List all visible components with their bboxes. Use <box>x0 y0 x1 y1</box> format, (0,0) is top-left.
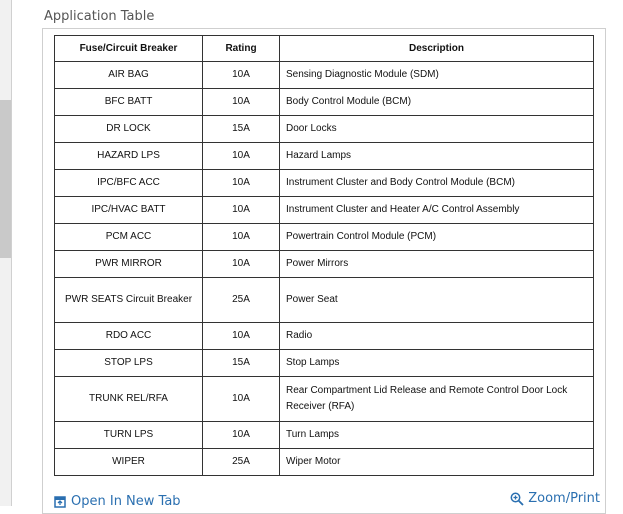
table-row: PCM ACC 10A Powertrain Control Module (P… <box>54 223 594 251</box>
rating-cell: 10A <box>202 250 280 278</box>
rating-cell: 15A <box>202 349 280 377</box>
fuse-cell: WIPER <box>54 448 203 476</box>
table-row: PWR SEATS Circuit Breaker 25A Power Seat <box>54 277 594 323</box>
rating-cell: 25A <box>202 277 280 323</box>
rating-cell: 10A <box>202 223 280 251</box>
description-cell: Stop Lamps <box>279 349 594 377</box>
description-cell: Instrument Cluster and Body Control Modu… <box>279 169 594 197</box>
table-row: TURN LPS 10A Turn Lamps <box>54 421 594 449</box>
fuse-cell: TURN LPS <box>54 421 203 449</box>
rating-cell: 10A <box>202 142 280 170</box>
fuse-cell: BFC BATT <box>54 88 203 116</box>
description-cell: Door Locks <box>279 115 594 143</box>
table-row: WIPER 25A Wiper Motor <box>54 448 594 476</box>
fuse-cell: PWR MIRROR <box>54 250 203 278</box>
description-cell: Radio <box>279 322 594 350</box>
description-cell: Power Seat <box>279 277 594 323</box>
fuse-cell: STOP LPS <box>54 349 203 377</box>
description-cell: Powertrain Control Module (PCM) <box>279 223 594 251</box>
rating-cell: 10A <box>202 88 280 116</box>
scrollbar-thumb[interactable] <box>0 100 11 258</box>
zoom-icon <box>510 492 524 506</box>
application-table: Fuse/Circuit Breaker Rating Description … <box>54 35 594 476</box>
table-row: TRUNK REL/RFA 10A Rear Compartment Lid R… <box>54 376 594 422</box>
table-row: IPC/HVAC BATT 10A Instrument Cluster and… <box>54 196 594 224</box>
section-title: Application Table <box>44 9 155 24</box>
description-cell: Rear Compartment Lid Release and Remote … <box>279 376 594 422</box>
rating-cell: 10A <box>202 322 280 350</box>
rating-cell: 10A <box>202 196 280 224</box>
description-cell: Wiper Motor <box>279 448 594 476</box>
table-row: AIR BAG 10A Sensing Diagnostic Module (S… <box>54 61 594 89</box>
rating-cell: 10A <box>202 376 280 422</box>
table-row: STOP LPS 15A Stop Lamps <box>54 349 594 377</box>
fuse-cell: RDO ACC <box>54 322 203 350</box>
left-scrollbar[interactable] <box>0 0 12 506</box>
table-row: IPC/BFC ACC 10A Instrument Cluster and B… <box>54 169 594 197</box>
rating-cell: 10A <box>202 61 280 89</box>
zoom-print-link[interactable]: Zoom/Print <box>510 491 600 506</box>
fuse-cell: AIR BAG <box>54 61 203 89</box>
rating-cell: 10A <box>202 421 280 449</box>
zoom-print-label: Zoom/Print <box>528 491 600 506</box>
table-row: BFC BATT 10A Body Control Module (BCM) <box>54 88 594 116</box>
header-description: Description <box>279 35 594 62</box>
fuse-cell: IPC/HVAC BATT <box>54 196 203 224</box>
fuse-cell: HAZARD LPS <box>54 142 203 170</box>
fuse-cell: DR LOCK <box>54 115 203 143</box>
rating-cell: 15A <box>202 115 280 143</box>
description-cell: Power Mirrors <box>279 250 594 278</box>
description-cell: Instrument Cluster and Heater A/C Contro… <box>279 196 594 224</box>
open-in-new-tab-label: Open In New Tab <box>71 494 181 509</box>
fuse-cell: PCM ACC <box>54 223 203 251</box>
fuse-cell: PWR SEATS Circuit Breaker <box>54 277 203 323</box>
description-cell: Hazard Lamps <box>279 142 594 170</box>
fuse-cell: IPC/BFC ACC <box>54 169 203 197</box>
table-row: PWR MIRROR 10A Power Mirrors <box>54 250 594 278</box>
description-cell: Body Control Module (BCM) <box>279 88 594 116</box>
fuse-cell: TRUNK REL/RFA <box>54 376 203 422</box>
description-cell: Sensing Diagnostic Module (SDM) <box>279 61 594 89</box>
description-cell: Turn Lamps <box>279 421 594 449</box>
header-rating: Rating <box>202 35 280 62</box>
table-header-row: Fuse/Circuit Breaker Rating Description <box>54 35 594 62</box>
open-in-new-tab-link[interactable]: Open In New Tab <box>54 494 181 509</box>
table-row: DR LOCK 15A Door Locks <box>54 115 594 143</box>
header-fuse: Fuse/Circuit Breaker <box>54 35 203 62</box>
rating-cell: 10A <box>202 169 280 197</box>
table-row: RDO ACC 10A Radio <box>54 322 594 350</box>
table-row: HAZARD LPS 10A Hazard Lamps <box>54 142 594 170</box>
rating-cell: 25A <box>202 448 280 476</box>
